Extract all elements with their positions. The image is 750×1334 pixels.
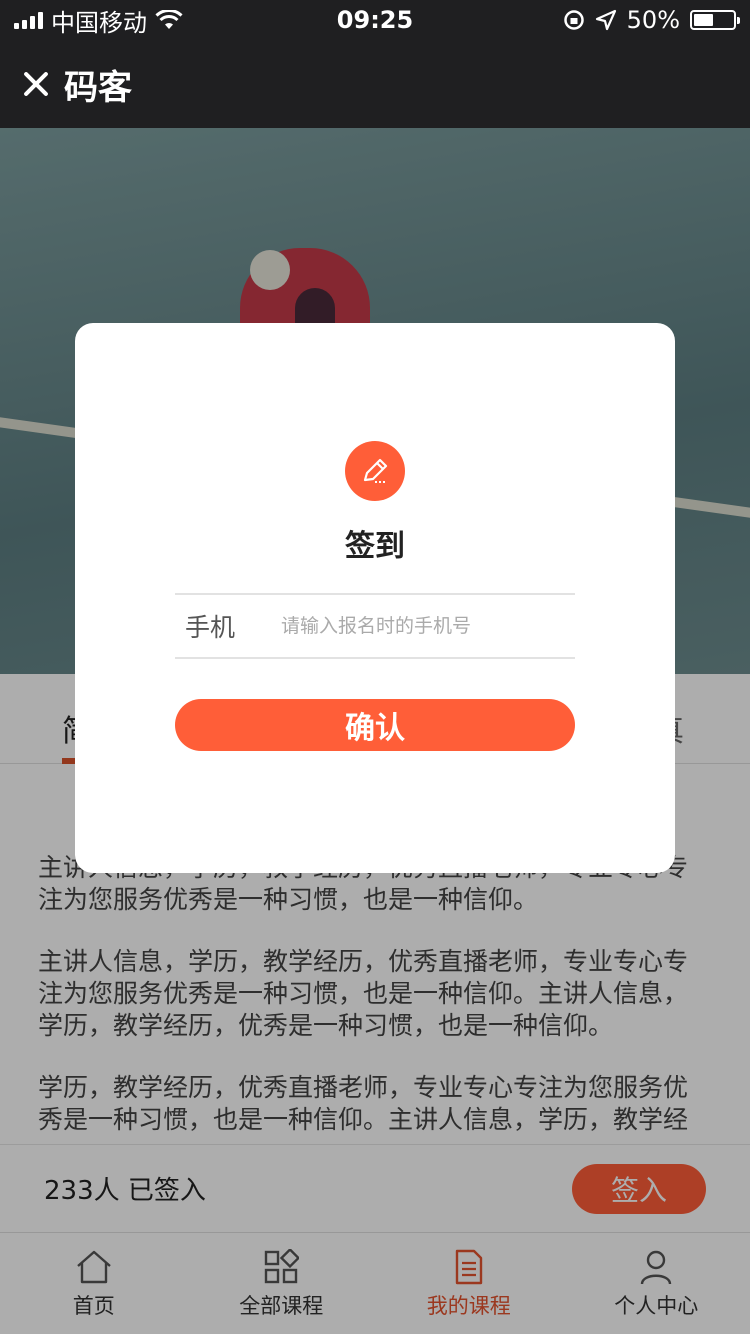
signal-icon [14,11,43,29]
status-left: 中国移动 [14,3,294,38]
pencil-icon [345,441,405,501]
close-icon[interactable] [22,70,50,98]
phone-field-label: 手机 [185,613,236,642]
battery-icon [690,10,740,30]
status-bar: 中国移动 09:25 50% [0,0,750,40]
phone-input[interactable] [281,615,575,637]
status-right: 50% [456,6,740,34]
wifi-icon [155,10,183,29]
location-icon [595,9,616,31]
signin-modal: 签到 手机 确认 [75,323,675,873]
nav-bar: 码客 [0,40,750,128]
carrier-name: 中国移动 [51,8,147,37]
modal-title: 签到 [345,529,405,564]
clock: 09:25 [336,6,414,34]
phone-field-row: 手机 [175,593,575,659]
battery-percent: 50% [626,6,680,34]
confirm-button[interactable]: 确认 [175,699,575,751]
battery-fill [694,14,713,26]
rotation-lock-icon [563,10,584,30]
page-title: 码客 [64,67,132,108]
